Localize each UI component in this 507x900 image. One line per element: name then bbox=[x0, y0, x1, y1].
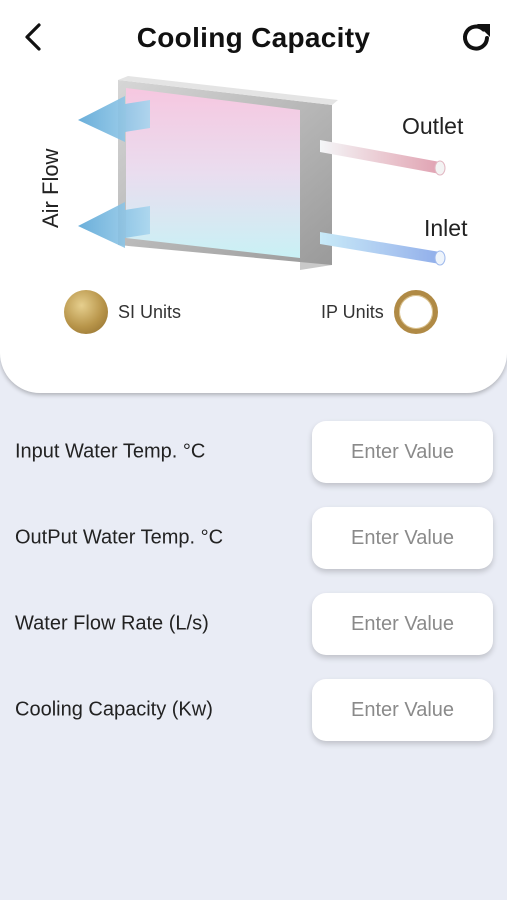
outlet-pipe bbox=[320, 140, 446, 176]
exchanger-panel bbox=[126, 88, 300, 258]
inlet-label: Inlet bbox=[424, 215, 468, 241]
water-flow-rate-field[interactable] bbox=[312, 593, 493, 655]
water-flow-rate-row: Water Flow Rate (L/s) bbox=[0, 593, 507, 655]
output-water-temp-label: OutPut Water Temp. °C bbox=[15, 526, 224, 549]
water-flow-rate-label: Water Flow Rate (L/s) bbox=[15, 612, 209, 635]
cooling-capacity-label: Cooling Capacity (Kw) bbox=[15, 698, 213, 721]
si-units-label: SI Units bbox=[118, 301, 182, 322]
refresh-icon bbox=[458, 20, 494, 61]
ip-units-label: IP Units bbox=[321, 301, 384, 322]
airflow-label: Air Flow bbox=[38, 148, 63, 228]
input-water-temp-label: Input Water Temp. °C bbox=[15, 440, 206, 463]
si-units-radio-selected[interactable] bbox=[64, 290, 108, 334]
output-water-temp-field[interactable] bbox=[312, 507, 493, 569]
ip-units-radio[interactable] bbox=[393, 290, 438, 334]
cooling-capacity-row: Cooling Capacity (Kw) bbox=[0, 679, 507, 741]
cooling-capacity-field[interactable] bbox=[312, 679, 493, 741]
input-water-temp-row: Input Water Temp. °C bbox=[0, 421, 507, 483]
output-water-temp-row: OutPut Water Temp. °C bbox=[0, 507, 507, 569]
outlet-label: Outlet bbox=[402, 113, 464, 139]
input-water-temp-field[interactable] bbox=[312, 421, 493, 483]
si-units-option[interactable]: SI Units bbox=[64, 290, 181, 334]
ip-units-option[interactable]: IP Units bbox=[321, 290, 438, 334]
heat-exchanger-diagram: Air Flow Outlet Inlet bbox=[38, 76, 468, 270]
page-title: Cooling Capacity bbox=[136, 22, 371, 53]
app-header: Cooling Capacity bbox=[0, 0, 507, 80]
refresh-button[interactable] bbox=[456, 20, 496, 60]
